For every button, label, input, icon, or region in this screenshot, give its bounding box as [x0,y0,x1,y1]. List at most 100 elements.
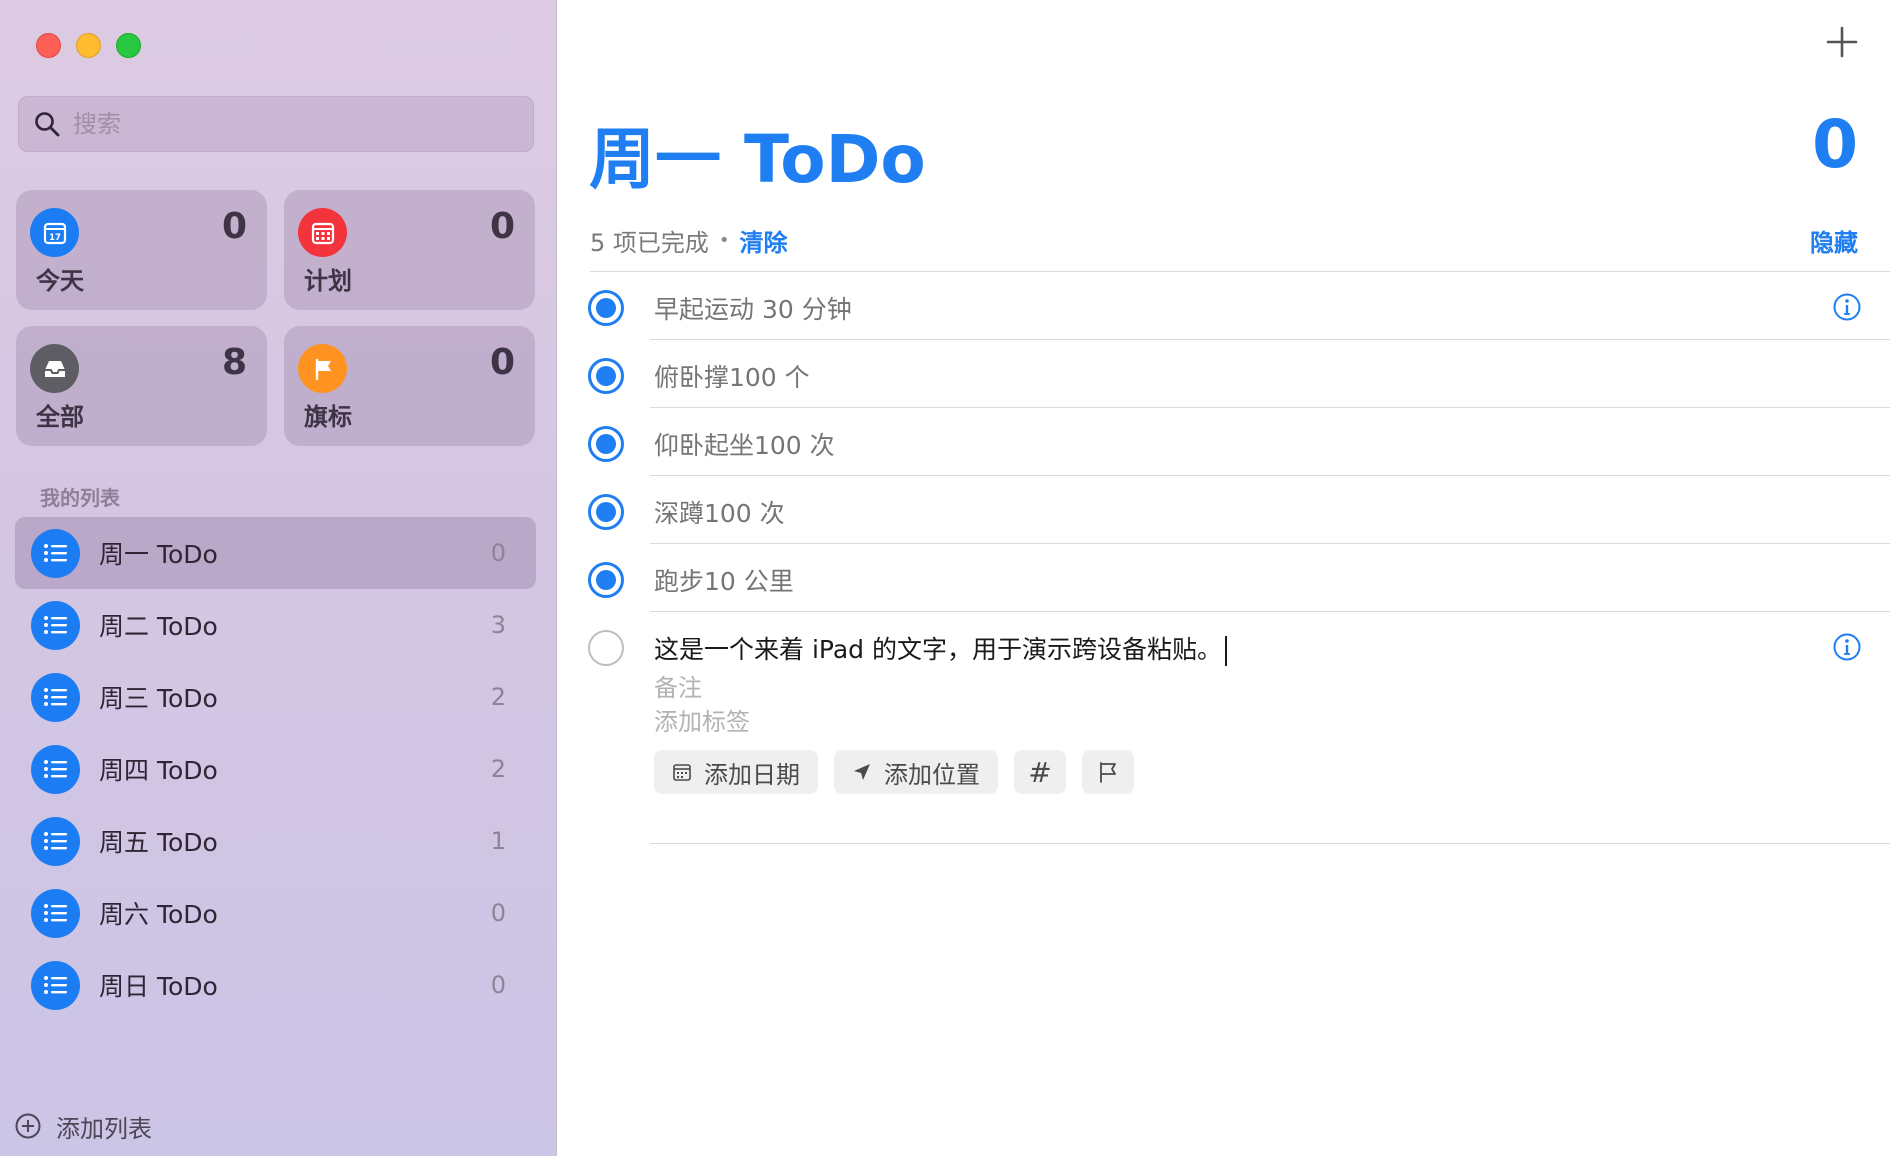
window-controls [36,33,141,58]
list-bullet-icon [31,744,80,794]
smart-list-label: 今天 [36,267,84,295]
flag-outline-icon [1100,762,1116,783]
zoom-window-button[interactable] [116,33,141,58]
sidebar-list-friday[interactable]: 周五 ToDo 1 [15,805,536,877]
list-count: 2 [490,683,506,711]
list-count: 2 [490,755,506,783]
hide-completed-button[interactable]: 隐藏 [1810,223,1858,258]
list-name: 周六 ToDo [99,900,218,929]
task-complete-checkbox[interactable] [588,290,624,326]
flag-icon [298,344,347,393]
list-title: 周一 ToDo [589,121,926,198]
list-name: 周五 ToDo [99,828,218,857]
smart-list-scheduled[interactable]: 0 计划 [284,190,535,310]
completed-count-text: 5 项已完成 [590,228,709,257]
calendar-today-icon: 17 [30,208,79,257]
task-row[interactable]: 早起运动 30 分钟 [557,272,1890,340]
task-title[interactable]: 早起运动 30 分钟 [654,290,852,326]
task-title[interactable]: 跑步10 公里 [654,562,794,598]
list-bullet-icon [31,672,80,722]
task-complete-checkbox[interactable] [588,494,624,530]
list-name: 周二 ToDo [99,612,218,641]
separator-dot: • [718,229,730,251]
task-complete-checkbox[interactable] [588,358,624,394]
add-list-button[interactable]: 添加列表 [14,1106,152,1146]
task-attribute-chips: 添加日期 添加位置 # [654,750,1134,794]
list-bullet-icon [31,816,80,866]
plus-circle-icon [15,1113,41,1139]
sidebar-list-wednesday[interactable]: 周三 ToDo 2 [15,661,536,733]
list-name: 周一 ToDo [99,540,218,569]
list-bullet-icon [31,600,80,650]
sidebar-list-tuesday[interactable]: 周二 ToDo 3 [15,589,536,661]
task-row[interactable]: 仰卧起坐100 次 [557,408,1890,476]
task-row[interactable]: 跑步10 公里 [557,544,1890,612]
add-tag-button[interactable]: # [1014,750,1066,794]
sidebar-list-sunday[interactable]: 周日 ToDo 0 [15,949,536,1021]
my-lists: 周一 ToDo 0 周二 ToDo 3 周三 ToDo 2 周四 ToDo 2 … [15,517,536,1021]
smart-list-count: 0 [221,206,247,247]
add-reminder-plus-icon[interactable] [1822,22,1862,62]
smart-list-label: 计划 [304,267,352,295]
task-title[interactable]: 仰卧起坐100 次 [654,426,835,462]
list-name: 周日 ToDo [99,972,218,1001]
list-count: 0 [490,899,506,927]
task-row[interactable]: 深蹲100 次 [557,476,1890,544]
list-bullet-icon [31,528,80,578]
search-icon [35,112,60,137]
notes-field[interactable]: 备注 [654,668,702,703]
reminders-window: 17 0 今天 0 计划 [0,0,1890,1156]
info-icon[interactable] [1832,632,1862,662]
add-location-label: 添加位置 [884,760,980,789]
smart-list-label: 全部 [36,403,84,431]
task-title[interactable]: 深蹲100 次 [654,494,785,530]
task-row[interactable]: 俯卧撑100 个 [557,340,1890,408]
list-remaining-count: 0 [1812,106,1858,183]
smart-list-count: 8 [221,342,247,383]
minimize-window-button[interactable] [76,33,101,58]
calendar-grid-icon [298,208,347,257]
list-count: 0 [490,971,506,999]
sidebar-list-saturday[interactable]: 周六 ToDo 0 [15,877,536,949]
sidebar-list-thursday[interactable]: 周四 ToDo 2 [15,733,536,805]
list-bullet-icon [31,888,80,938]
sidebar-list-monday[interactable]: 周一 ToDo 0 [15,517,536,589]
hashtag-icon: # [1028,755,1052,789]
tags-field[interactable]: 添加标签 [654,702,750,737]
svg-text:17: 17 [49,233,61,243]
smart-list-all[interactable]: 8 全部 [16,326,267,446]
my-lists-heading: 我的列表 [40,486,120,510]
location-arrow-icon [854,764,870,780]
smart-list-flagged[interactable]: 0 旗标 [284,326,535,446]
add-date-button[interactable]: 添加日期 [654,750,818,794]
clear-completed-button[interactable]: 清除 [740,223,788,258]
task-title[interactable]: 俯卧撑100 个 [654,358,810,394]
tray-icon [30,344,79,393]
add-location-button[interactable]: 添加位置 [834,750,998,794]
text-caret [1224,636,1227,666]
task-title-editor[interactable]: 这是一个来着 iPad 的文字，用于演示跨设备粘贴。 [654,630,1227,666]
smart-list-today[interactable]: 17 0 今天 [16,190,267,310]
list-name: 周三 ToDo [99,684,218,713]
add-date-label: 添加日期 [704,760,800,789]
search-bar[interactable] [18,96,534,152]
main-panel: 周一 ToDo 0 5 项已完成 • 清除 隐藏 早起运动 30 分钟 俯卧撑1… [557,0,1890,1156]
calendar-icon [673,764,691,781]
list-count: 0 [490,539,506,567]
task-complete-checkbox[interactable] [588,562,624,598]
flag-button[interactable] [1082,750,1134,794]
search-input[interactable] [73,110,513,138]
task-complete-checkbox[interactable] [588,630,624,666]
list-count: 3 [490,611,506,639]
list-bullet-icon [31,960,80,1010]
task-list: 早起运动 30 分钟 俯卧撑100 个 仰卧起坐100 次 深蹲100 次 跑步… [557,272,1890,844]
sidebar: 17 0 今天 0 计划 [0,0,557,1156]
smart-list-label: 旗标 [304,403,352,431]
close-window-button[interactable] [36,33,61,58]
completed-status-row: 5 项已完成 • 清除 隐藏 [590,222,1858,258]
task-complete-checkbox[interactable] [588,426,624,462]
info-icon[interactable] [1832,292,1862,322]
smart-list-count: 0 [489,342,515,383]
editing-task-row[interactable]: 这是一个来着 iPad 的文字，用于演示跨设备粘贴。 备注 添加标签 添加日期 [557,612,1890,844]
list-name: 周四 ToDo [99,756,218,785]
